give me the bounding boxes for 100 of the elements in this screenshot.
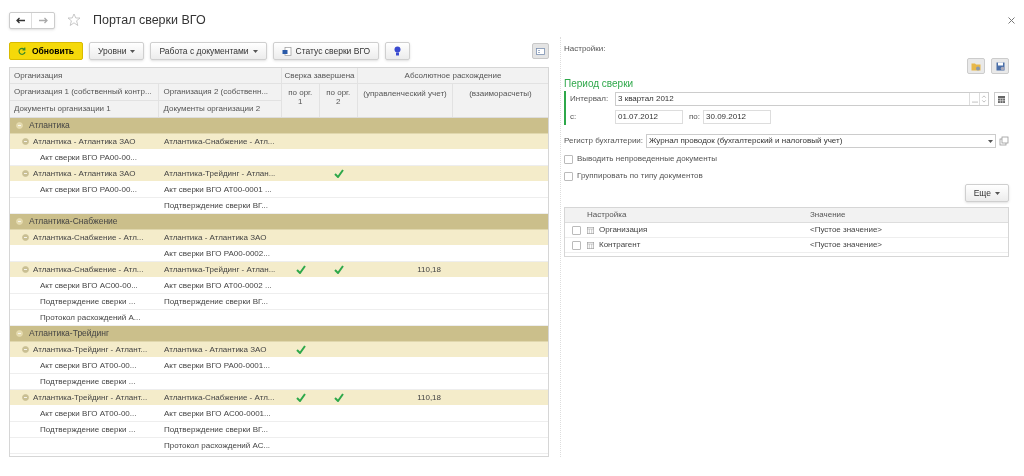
table-cell: Акт сверки ВГО РА00-0001... xyxy=(164,359,270,372)
table-cell: Акт сверки ВГО АС00-00... xyxy=(40,279,138,292)
checkbox[interactable] xyxy=(571,240,581,250)
checkbox[interactable] xyxy=(564,171,573,181)
table-cell: Протокол расхождений А... xyxy=(40,311,141,324)
table-cell: Атлантика - Атлантика ЗАО xyxy=(164,343,267,356)
collapse-icon[interactable] xyxy=(22,394,29,401)
column-header: Организация xyxy=(13,69,64,82)
field-label: с: xyxy=(570,111,578,123)
table-cell: Подтверждение сверки ВГ... xyxy=(164,295,269,308)
refresh-button[interactable]: Обновить xyxy=(9,42,84,60)
column-header[interactable]: Значение xyxy=(810,209,846,221)
table-row[interactable]: Атлантика - Атлантика ЗАО Атлантика-Снабжение - Атл... xyxy=(10,134,548,150)
table-cell: Протокол расхождений АС... xyxy=(164,439,271,452)
report-icon xyxy=(281,46,292,56)
collapse-icon[interactable] xyxy=(16,122,23,129)
table-cell: Атлантика-Снабжение - Атл... xyxy=(164,391,275,404)
table-cell: Атлантика - Атлантика ЗАО xyxy=(164,231,267,244)
calendar-button[interactable] xyxy=(994,92,1009,106)
save-settings-button[interactable] xyxy=(991,58,1009,74)
column-header[interactable]: Документы организации 2 xyxy=(159,103,265,115)
column-header[interactable]: Настройка xyxy=(587,209,810,221)
table-cell: Атлантика-Снабжение - Атл... xyxy=(33,263,144,276)
table-cell: Атлантика - Атлантика ЗАО xyxy=(33,135,136,148)
documents-dropdown[interactable]: Работа с документами xyxy=(150,42,267,60)
table-cell: Акт сверки ВГО АТ00-00... xyxy=(40,407,137,420)
date-from-field[interactable]: 01.07.2012 xyxy=(615,110,683,124)
save-icon xyxy=(995,61,1005,71)
table-cell: Подтверждение сверки ВГ... xyxy=(164,423,269,436)
table-cell: Подтверждение сверки ВГ... xyxy=(164,199,269,212)
collapse-icon[interactable] xyxy=(16,218,23,225)
column-header[interactable]: Организация 1 (собственный контр... xyxy=(10,86,156,98)
table-cell: Акт сверки ВГО РА00-00... xyxy=(40,151,137,164)
status-button[interactable]: Статус сверки ВГО xyxy=(272,42,380,60)
checkbox-label: Группировать по типу документов xyxy=(577,170,703,182)
table-cell: Атлантика-Снабжение - Атл... xyxy=(33,231,144,244)
panel-icon xyxy=(536,47,545,55)
open-icon[interactable] xyxy=(999,136,1009,146)
column-header[interactable]: Организация 2 (собственн... xyxy=(159,86,273,98)
table-row[interactable]: Атлантика-Трейдинг - Атлант... Атлантика - Атлантика ЗАО xyxy=(10,342,548,358)
forward-arrow-icon xyxy=(38,16,48,24)
open-settings-button[interactable] xyxy=(967,58,985,74)
group-name: Атлантика xyxy=(29,119,70,132)
table-cell: Подтверждение сверки ... xyxy=(40,295,136,308)
table-cell: Акт сверки ВГО РА00-0002... xyxy=(164,247,270,260)
checkbox-label: Выводить непроведенные документы xyxy=(577,153,717,165)
collapse-icon[interactable] xyxy=(16,330,23,337)
checkbox[interactable] xyxy=(571,225,581,235)
star-icon[interactable] xyxy=(67,13,81,27)
date-to-field[interactable]: 30.09.2012 xyxy=(703,110,771,124)
table-cell: <Пустое значение> xyxy=(810,224,882,236)
column-header[interactable]: (управленческий учет) xyxy=(359,88,451,117)
table-cell: Атлантика-Трейдинг - Атлант... xyxy=(33,343,148,356)
column-header[interactable]: Документы организации 1 xyxy=(10,103,115,115)
group-name: Атлантика-Трейдинг xyxy=(29,327,110,340)
period-heading: Период сверки xyxy=(564,77,635,91)
close-icon[interactable] xyxy=(1008,16,1015,24)
group-row[interactable]: Атлантика-Снабжение xyxy=(10,214,548,230)
caret-icon xyxy=(252,49,258,53)
hint-button[interactable] xyxy=(385,42,411,60)
table-cell: Акт сверки ВГО АТ00-0002 ... xyxy=(164,279,272,292)
collapse-icon[interactable] xyxy=(22,138,29,145)
interval-field[interactable]: 3 квартал 2012 xyxy=(615,92,989,106)
column-header[interactable]: по орг. 2 xyxy=(325,88,352,117)
column-header: Сверка завершена xyxy=(283,69,356,82)
table-row[interactable]: Атлантика-Снабжение - Атл... Атлантика - Атлантика ЗАО xyxy=(10,230,548,246)
table-cell: Атлантика-Трейдинг - Атлант... xyxy=(33,391,148,404)
group-row[interactable]: Атлантика xyxy=(10,118,548,134)
collapse-icon[interactable] xyxy=(22,170,29,177)
panel-toggle-button[interactable] xyxy=(532,43,549,59)
caret-icon xyxy=(987,139,993,143)
table-cell: Организация xyxy=(599,224,648,236)
table-cell: Контрагент xyxy=(599,239,641,251)
group-row[interactable]: Атлантика-Трейдинг xyxy=(10,326,548,342)
calendar-icon xyxy=(998,95,1005,103)
field-label: Регистр бухгалтерии: xyxy=(564,135,644,147)
table-cell: Акт сверки ВГО РА00-00... xyxy=(40,183,137,196)
caret-icon xyxy=(130,49,136,53)
column-header[interactable]: (взаиморасчеты) xyxy=(465,88,536,117)
more-dropdown[interactable]: Еще xyxy=(964,184,1009,202)
settings-label: Настройки: xyxy=(564,43,607,55)
table-cell: <Пустое значение> xyxy=(810,239,882,251)
table-icon xyxy=(587,241,594,249)
table-row[interactable]: Атлантика-Снабжение - Атл... Атлантика-Трейдинг - Атлан... 110,18 xyxy=(10,262,548,278)
collapse-icon[interactable] xyxy=(22,266,29,273)
levels-dropdown[interactable]: Уровни xyxy=(89,42,145,60)
spinner-icon[interactable] xyxy=(979,93,988,105)
table-row[interactable]: Атлантика-Трейдинг - Атлант... Атлантика-Снабжение - Атл... 110,18 xyxy=(10,390,548,406)
table-row[interactable]: Атлантика - Атлантика ЗАО Атлантика-Трейдинг - Атлан... xyxy=(10,166,548,182)
table-cell: Атлантика-Снабжение - Атл... xyxy=(164,135,275,148)
window-title: Портал сверки ВГО xyxy=(93,11,206,29)
table-cell: Акт сверки ВГО АТ00-00... xyxy=(40,359,137,372)
collapse-icon[interactable] xyxy=(22,346,29,353)
table-cell: Атлантика-Трейдинг - Атлан... xyxy=(164,263,276,276)
column-header[interactable]: по орг. 1 xyxy=(287,88,314,117)
table-cell: Атлантика - Атлантика ЗАО xyxy=(33,167,136,180)
table-cell: 110,18 xyxy=(417,263,441,276)
register-dropdown[interactable]: Журнал проводок (бухгалтерский и налоговый учет) xyxy=(646,134,996,148)
checkbox[interactable] xyxy=(564,154,573,164)
collapse-icon[interactable] xyxy=(22,234,29,241)
